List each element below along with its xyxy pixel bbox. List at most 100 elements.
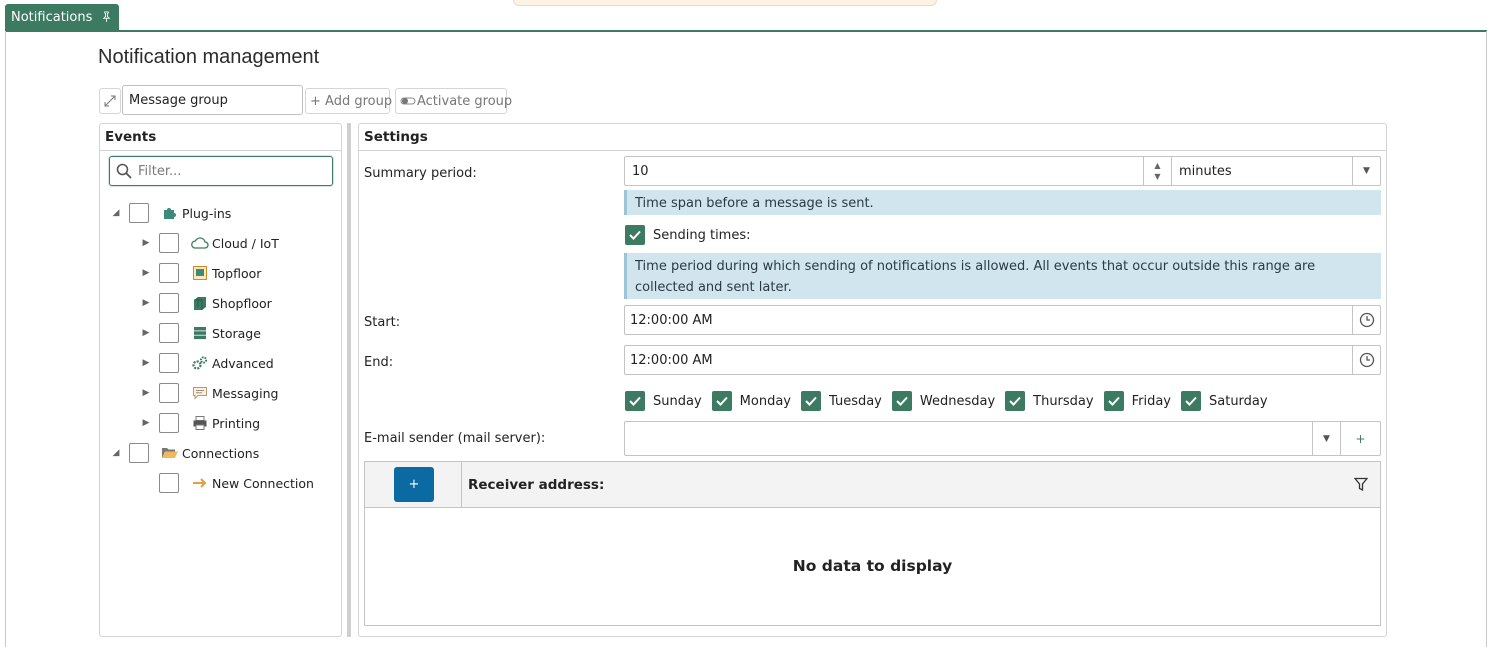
- filter-placeholder: Filter...: [138, 163, 182, 179]
- toast-edge: [513, 0, 937, 6]
- chevron-down-icon[interactable]: ▼: [1312, 422, 1340, 455]
- tree-item-shopfloor[interactable]: ▶ Shopfloor: [139, 290, 272, 316]
- day-label: Monday: [739, 393, 791, 409]
- tree-item-storage[interactable]: ▶ Storage: [139, 320, 261, 346]
- day-tuesday[interactable]: Tuesday: [800, 391, 882, 411]
- spin-up-icon[interactable]: ▲: [1154, 160, 1160, 171]
- expand-arrow-icon[interactable]: ▶: [139, 268, 153, 278]
- expand-arrow-icon[interactable]: ▶: [139, 298, 153, 308]
- day-friday[interactable]: Friday: [1103, 391, 1171, 411]
- day-checkbox[interactable]: [1103, 391, 1124, 411]
- day-checkbox[interactable]: [800, 391, 821, 411]
- day-label: Saturday: [1209, 393, 1268, 409]
- day-checkbox[interactable]: [625, 391, 645, 411]
- sender-field: ▼ +: [624, 421, 1381, 456]
- spin-down-icon[interactable]: ▼: [1154, 171, 1160, 182]
- sender-label: E-mail sender (mail server):: [364, 431, 546, 446]
- cloud-icon: [191, 234, 209, 252]
- tree-checkbox[interactable]: [159, 233, 179, 253]
- start-time-input[interactable]: 12:00:00 AM: [625, 313, 1352, 328]
- end-time-input[interactable]: 12:00:00 AM: [625, 353, 1352, 368]
- day-wednesday[interactable]: Wednesday: [891, 391, 995, 411]
- expand-arrow-icon[interactable]: ▶: [139, 388, 153, 398]
- tab-notifications[interactable]: Notifications: [5, 4, 119, 31]
- clock-icon[interactable]: [1352, 346, 1380, 374]
- day-monday[interactable]: Monday: [711, 391, 791, 411]
- tree-label: Printing: [212, 415, 261, 431]
- tree-checkbox[interactable]: [159, 413, 179, 433]
- tree-checkbox[interactable]: [159, 323, 179, 343]
- shopfloor-icon: [191, 294, 209, 312]
- expand-icon[interactable]: [99, 88, 121, 114]
- sending-times-checkbox[interactable]: [625, 225, 645, 245]
- toggle-icon: [400, 96, 416, 106]
- tree-label: Messaging: [212, 385, 279, 401]
- storage-icon: [191, 324, 209, 342]
- add-group-button[interactable]: + Add group: [305, 88, 392, 114]
- expand-arrow-icon[interactable]: ▶: [139, 418, 153, 428]
- tree-checkbox[interactable]: [159, 383, 179, 403]
- day-checkbox[interactable]: [1181, 391, 1201, 411]
- tree-label: Connections: [182, 445, 260, 461]
- grid-header: + Receiver address:: [365, 462, 1380, 508]
- tree-checkbox[interactable]: [129, 443, 149, 463]
- tree-item-connections[interactable]: ◢ Connections: [109, 440, 259, 466]
- day-checkbox[interactable]: [1005, 391, 1026, 411]
- day-thursday[interactable]: Thursday: [1005, 391, 1094, 411]
- pin-icon[interactable]: [101, 10, 112, 25]
- tree-item-printing[interactable]: ▶ Printing: [139, 410, 260, 436]
- expand-arrow-icon[interactable]: ▶: [139, 328, 153, 338]
- summary-period-field: 10 ▲ ▼ minutes ▼: [624, 156, 1381, 186]
- collapse-arrow-icon[interactable]: ◢: [109, 448, 123, 458]
- arrow-right-icon: [191, 474, 209, 492]
- add-receiver-button[interactable]: +: [394, 467, 434, 502]
- printer-icon: [191, 414, 209, 432]
- expand-arrow-icon[interactable]: ▶: [139, 238, 153, 248]
- tree-label: New Connection: [212, 475, 314, 491]
- unit-select[interactable]: minutes ▼: [1171, 157, 1380, 185]
- tree-item-topfloor[interactable]: ▶ Topfloor: [139, 260, 261, 286]
- end-label: End:: [364, 355, 394, 370]
- spinner[interactable]: ▲ ▼: [1143, 157, 1171, 185]
- expand-arrow-icon[interactable]: ▶: [139, 358, 153, 368]
- tree-item-messaging[interactable]: ▶ Messaging: [139, 380, 278, 406]
- tree-checkbox[interactable]: [159, 473, 179, 493]
- empty-message: No data to display: [792, 557, 953, 575]
- tree-checkbox[interactable]: [159, 263, 179, 283]
- receiver-grid: + Receiver address: No data to display: [364, 461, 1381, 626]
- panel-splitter[interactable]: [347, 123, 351, 637]
- tree-checkbox[interactable]: [129, 203, 149, 223]
- day-checkbox[interactable]: [891, 391, 912, 411]
- day-saturday[interactable]: Saturday: [1181, 391, 1268, 411]
- clock-icon[interactable]: [1352, 306, 1380, 334]
- day-checkbox[interactable]: [711, 391, 732, 411]
- tree-label: Shopfloor: [212, 295, 272, 311]
- unit-value: minutes: [1179, 163, 1232, 179]
- filter-icon[interactable]: [1354, 477, 1368, 492]
- filter-input[interactable]: Filter...: [109, 156, 333, 186]
- tree-label: Storage: [212, 325, 261, 341]
- tree-item-new-connection[interactable]: New Connection: [153, 470, 314, 496]
- day-sunday[interactable]: Sunday: [625, 391, 702, 411]
- tree-item-cloud-iot[interactable]: ▶ Cloud / IoT: [139, 230, 279, 256]
- receiver-column-header[interactable]: Receiver address:: [468, 477, 604, 493]
- summary-period-input[interactable]: 10: [625, 164, 1143, 179]
- tree-item-advanced[interactable]: ▶ Advanced: [139, 350, 274, 376]
- search-icon: [116, 163, 132, 179]
- activate-group-label: Activate group: [417, 93, 513, 109]
- chevron-down-icon[interactable]: ▼: [1352, 157, 1380, 185]
- tree-label: Advanced: [212, 355, 274, 371]
- add-sender-button[interactable]: +: [1340, 422, 1380, 455]
- tree-item-plug-ins[interactable]: ◢ Plug-ins: [109, 200, 231, 226]
- summary-period-label: Summary period:: [364, 166, 477, 181]
- add-sender-label: +: [1355, 431, 1366, 446]
- activate-group-button[interactable]: Activate group: [395, 88, 512, 114]
- tree-checkbox[interactable]: [159, 353, 179, 373]
- tree-checkbox[interactable]: [159, 293, 179, 313]
- day-label: Thursday: [1033, 393, 1094, 409]
- message-group-input[interactable]: [122, 85, 303, 115]
- collapse-arrow-icon[interactable]: ◢: [109, 208, 123, 218]
- page-title: Notification management: [98, 46, 320, 68]
- sending-times-checkbox-row[interactable]: Sending times:: [625, 225, 751, 245]
- tree-label: Plug-ins: [182, 205, 232, 221]
